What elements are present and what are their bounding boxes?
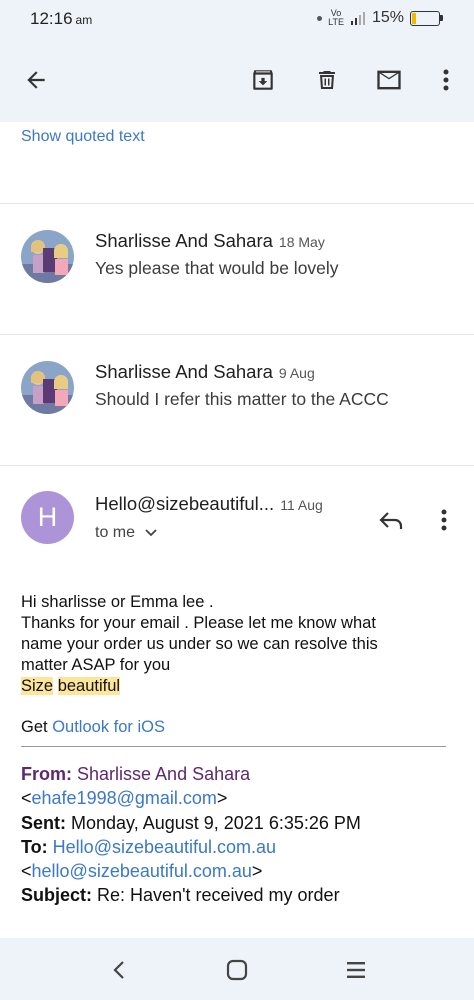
nav-home-icon[interactable] bbox=[222, 956, 252, 984]
sent-label: Sent: bbox=[21, 813, 66, 833]
to-email-line: <hello@sizebeautiful.com.au> bbox=[21, 861, 263, 881]
status-icons: Vo LTE 15% bbox=[317, 8, 443, 27]
outlook-link[interactable]: Outlook for iOS bbox=[52, 718, 165, 736]
arrow-back-icon[interactable] bbox=[18, 62, 54, 98]
subject-line: Subject: Re: Haven't received my order bbox=[21, 885, 340, 906]
avatar bbox=[21, 361, 74, 414]
outlook-line: Get Outlook for iOS bbox=[21, 718, 165, 737]
chevron-down-icon bbox=[145, 529, 157, 537]
mail-icon[interactable] bbox=[371, 62, 407, 98]
avatar bbox=[21, 230, 74, 283]
thread-snippet: Yes please that would be lovely bbox=[95, 258, 339, 278]
body-line: matter ASAP for you bbox=[21, 656, 171, 674]
thread-snippet: Should I refer this matter to the ACCC bbox=[95, 389, 389, 409]
recipient-label: to me bbox=[95, 524, 136, 541]
from-email-link[interactable]: ehafe1998@gmail.com bbox=[32, 788, 217, 808]
to-email-link[interactable]: hello@sizebeautiful.com.au bbox=[32, 861, 252, 881]
status-ampm: am bbox=[75, 13, 93, 27]
volte-icon: Vo LTE bbox=[328, 8, 344, 27]
reply-icon[interactable] bbox=[374, 503, 408, 537]
from-label: From: bbox=[21, 764, 72, 784]
subject-value: Re: Haven't received my order bbox=[97, 885, 340, 905]
message-more-icon[interactable] bbox=[430, 503, 458, 537]
thread-message-collapsed[interactable]: Sharlisse And Sahara 9 Aug Should I refer… bbox=[0, 335, 474, 435]
message-date: 11 Aug bbox=[280, 497, 323, 513]
thread-sender: Sharlisse And Sahara 18 May bbox=[95, 230, 325, 251]
from-line: From: Sharlisse And Sahara bbox=[21, 764, 250, 785]
quote-separator bbox=[21, 746, 446, 747]
nav-back-icon[interactable] bbox=[104, 956, 134, 984]
trash-icon[interactable] bbox=[309, 62, 345, 98]
status-time: 12:16 am bbox=[30, 9, 93, 28]
to-link[interactable]: Hello@sizebeautiful.com.au bbox=[53, 837, 276, 857]
signature: Size beautiful bbox=[21, 677, 121, 696]
app-toolbar bbox=[0, 38, 474, 122]
notification-dot-icon bbox=[317, 15, 323, 21]
from-email-line: <ehafe1998@gmail.com> bbox=[21, 788, 228, 808]
nav-recents-icon[interactable] bbox=[341, 956, 371, 984]
archive-icon[interactable] bbox=[245, 62, 281, 98]
from-name: Sharlisse And Sahara bbox=[77, 764, 251, 784]
thread-date: 9 Aug bbox=[278, 365, 315, 381]
recipient-details-toggle[interactable]: to me bbox=[95, 524, 157, 542]
avatar-letter: H bbox=[37, 502, 58, 532]
to-line: To: Hello@sizebeautiful.com.au bbox=[21, 837, 276, 858]
more-vert-icon[interactable] bbox=[428, 62, 464, 98]
thread-sender: Sharlisse And Sahara 9 Aug bbox=[95, 361, 315, 382]
body-line: Thanks for your email . Please let me kn… bbox=[21, 614, 376, 632]
system-nav-bar bbox=[0, 938, 474, 1000]
thread-date: 18 May bbox=[278, 234, 325, 250]
battery-fill bbox=[412, 12, 416, 24]
sent-value: Monday, August 9, 2021 6:35:26 PM bbox=[71, 813, 361, 833]
thread-message-collapsed[interactable]: Sharlisse And Sahara 18 May Yes please th… bbox=[0, 204, 474, 304]
sent-line: Sent: Monday, August 9, 2021 6:35:26 PM bbox=[21, 813, 361, 834]
message-sender: Hello@sizebeautiful... 11 Aug bbox=[95, 493, 323, 514]
divider bbox=[0, 465, 474, 466]
battery-percent: 15% bbox=[371, 9, 404, 26]
to-label: To: bbox=[21, 837, 48, 857]
body-line: Hi sharlisse or Emma lee . bbox=[21, 593, 214, 611]
highlighted-word: Size bbox=[21, 677, 54, 695]
status-bar: 12:16 am Vo LTE 15% bbox=[0, 0, 474, 38]
signal-icon bbox=[350, 11, 365, 25]
body-line: name your order us under so we can resol… bbox=[21, 635, 378, 653]
get-text: Get bbox=[21, 718, 48, 736]
show-quoted-text-link[interactable]: Show quoted text bbox=[21, 128, 145, 146]
sender-avatar[interactable]: H bbox=[21, 491, 74, 544]
highlighted-word: beautiful bbox=[57, 677, 121, 695]
battery-icon bbox=[410, 10, 443, 26]
subject-label: Subject: bbox=[21, 885, 93, 905]
